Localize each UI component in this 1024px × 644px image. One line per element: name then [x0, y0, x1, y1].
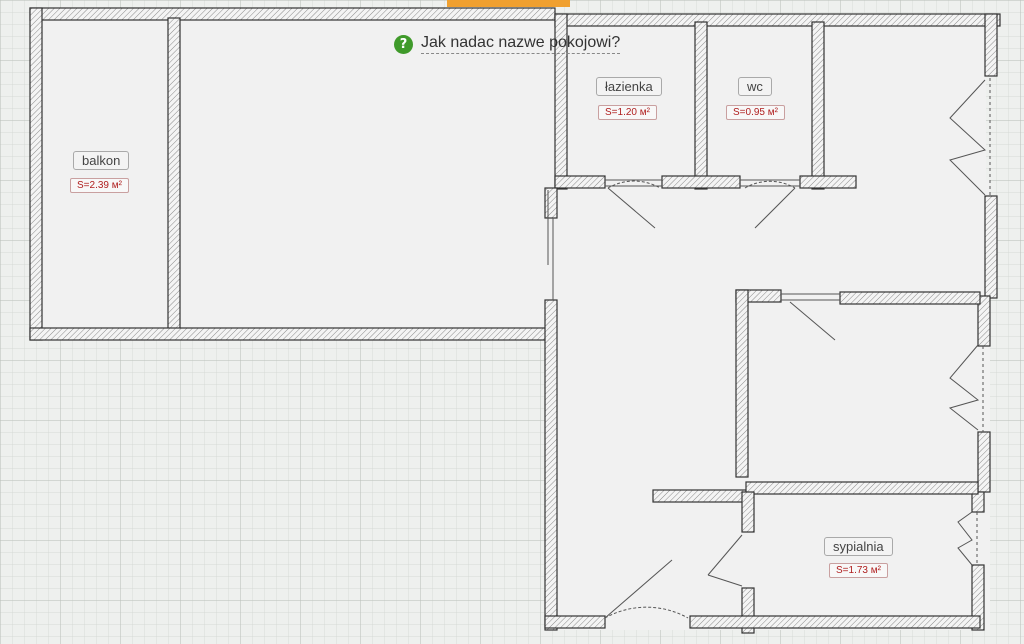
room-name-label[interactable]: wc — [738, 77, 772, 96]
room-name-label[interactable]: sypialnia — [824, 537, 893, 556]
room-name-label[interactable]: łazienka — [596, 77, 662, 96]
room-area-badge: S=2.39 м² — [70, 178, 129, 193]
rename-room-hint[interactable]: ? Jak nadac nazwe pokojowi? — [394, 34, 621, 54]
question-icon: ? — [394, 34, 413, 54]
floor-plan-editor[interactable]: ? Jak nadac nazwe pokojowi? balkon S=2.3… — [0, 0, 1024, 644]
hint-link[interactable]: Jak nadac nazwe pokojowi? — [421, 34, 621, 54]
room-area-badge: S=0.95 м² — [726, 105, 785, 120]
room-name-label[interactable]: balkon — [73, 151, 130, 170]
room-area-badge: S=1.73 м² — [829, 563, 888, 578]
toolbar-tab-highlight[interactable] — [447, 0, 570, 7]
room-area-badge: S=1.20 м² — [598, 105, 657, 120]
